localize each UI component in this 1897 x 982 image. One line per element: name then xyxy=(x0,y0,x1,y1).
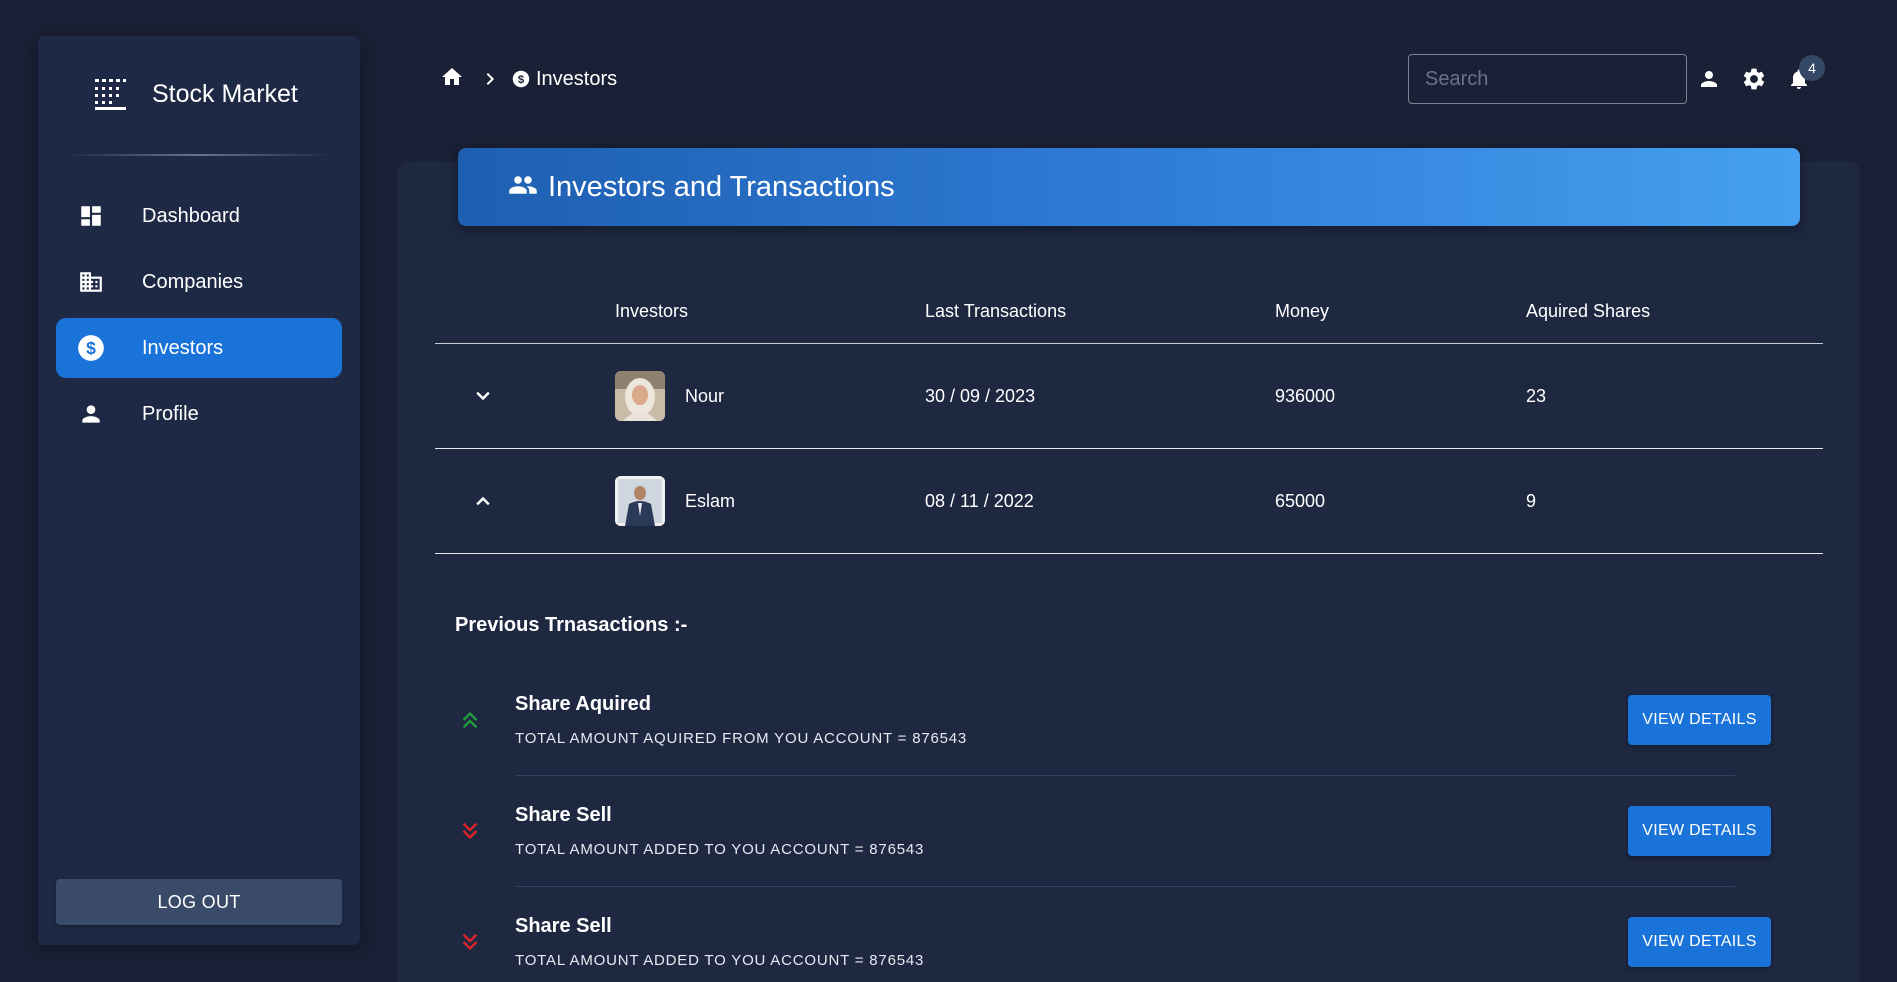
table-row: Eslam 08 / 11 / 2022 65000 9 xyxy=(435,449,1823,554)
list-item: Share Aquired TOTAL AMOUNT AQUIRED FROM … xyxy=(455,664,1775,775)
list-item: Share Sell TOTAL AMOUNT ADDED TO YOU ACC… xyxy=(455,775,1775,886)
app-title: Stock Market xyxy=(152,79,298,108)
last-transaction-cell: 30 / 09 / 2023 xyxy=(925,385,1036,406)
search-input[interactable] xyxy=(1408,54,1687,104)
double-chevron-up-icon xyxy=(455,709,515,731)
group-icon xyxy=(508,170,538,205)
breadcrumb: $ Investors xyxy=(440,64,617,94)
column-header: Investors xyxy=(615,301,689,321)
breadcrumb-current[interactable]: $ Investors xyxy=(512,68,617,91)
column-header: Last Transactions xyxy=(925,301,1067,321)
chevron-right-icon xyxy=(482,71,498,87)
row-toggle-cell xyxy=(435,483,615,519)
row-toggle-cell xyxy=(435,378,615,414)
money-cell: 936000 xyxy=(1275,385,1336,406)
dashboard-icon xyxy=(76,201,106,231)
gear-icon[interactable] xyxy=(1739,64,1769,94)
double-chevron-down-icon xyxy=(455,931,515,953)
avatar xyxy=(615,371,665,421)
divider xyxy=(66,154,332,156)
column-header: Aquired Shares xyxy=(1526,301,1651,321)
sidebar-item-dashboard[interactable]: Dashboard xyxy=(56,186,342,246)
notification-badge: 4 xyxy=(1799,55,1825,81)
previous-transactions-title: Previous Trnasactions :- xyxy=(455,614,688,636)
transaction-body: Share Sell TOTAL AMOUNT ADDED TO YOU ACC… xyxy=(515,915,1628,969)
investor-cell: Eslam xyxy=(615,476,925,526)
last-transaction-cell: 08 / 11 / 2022 xyxy=(925,490,1034,511)
brand[interactable]: Stock Market xyxy=(92,74,298,114)
home-icon[interactable] xyxy=(440,65,464,94)
shares-cell: 9 xyxy=(1526,490,1537,511)
person-icon xyxy=(76,399,106,429)
chevron-up-icon xyxy=(476,496,490,506)
transaction-subtitle: TOTAL AMOUNT AQUIRED FROM YOU ACCOUNT = … xyxy=(515,729,968,747)
sidebar-item-companies[interactable]: Companies xyxy=(56,252,342,312)
investor-cell: Nour xyxy=(615,371,925,421)
logout-button[interactable]: LOG OUT xyxy=(56,879,342,925)
svg-text:$: $ xyxy=(518,74,525,86)
sidebar-item-label: Profile xyxy=(142,402,199,425)
building-grid-icon xyxy=(92,76,128,112)
investor-name: Nour xyxy=(685,385,725,406)
transaction-title: Share Sell xyxy=(515,914,612,937)
shares-cell: 23 xyxy=(1526,385,1547,406)
transactions-list: Share Aquired TOTAL AMOUNT AQUIRED FROM … xyxy=(455,664,1775,982)
transaction-subtitle: TOTAL AMOUNT ADDED TO YOU ACCOUNT = 8765… xyxy=(515,951,925,969)
transaction-body: Share Sell TOTAL AMOUNT ADDED TO YOU ACC… xyxy=(515,804,1628,858)
avatar xyxy=(615,476,665,526)
sidebar-item-label: Dashboard xyxy=(142,204,240,227)
view-details-button[interactable]: VIEW DETAILS xyxy=(1628,805,1771,856)
table-row: Nour 30 / 09 / 2023 936000 23 xyxy=(435,344,1823,449)
dollar-circle-icon: $ xyxy=(512,70,530,88)
column-header: Money xyxy=(1275,301,1330,321)
investors-table: Investors Last Transactions Money Aquire… xyxy=(435,280,1823,554)
sidebar: Stock Market Dashboard Companies $ Inves… xyxy=(38,36,360,945)
transaction-subtitle: TOTAL AMOUNT ADDED TO YOU ACCOUNT = 8765… xyxy=(515,840,925,858)
double-chevron-down-icon xyxy=(455,820,515,842)
table-header: Investors Last Transactions Money Aquire… xyxy=(435,280,1823,344)
expand-row-button[interactable] xyxy=(465,378,501,414)
view-details-button[interactable]: VIEW DETAILS xyxy=(1628,694,1771,745)
collapse-row-button[interactable] xyxy=(465,483,501,519)
account-icon[interactable] xyxy=(1694,64,1724,94)
page-title: Investors and Transactions xyxy=(548,170,895,203)
svg-text:$: $ xyxy=(86,338,96,358)
dollar-circle-icon: $ xyxy=(76,333,106,363)
sidebar-nav: Dashboard Companies $ Investors Profile xyxy=(56,186,342,450)
money-cell: 65000 xyxy=(1275,490,1326,511)
breadcrumb-label: Investors xyxy=(536,67,618,90)
sidebar-item-profile[interactable]: Profile xyxy=(56,384,342,444)
sidebar-item-label: Companies xyxy=(142,270,244,293)
sidebar-item-label: Investors xyxy=(142,336,224,359)
chevron-down-icon xyxy=(476,391,490,401)
transaction-title: Share Sell xyxy=(515,803,612,826)
card-header: Investors and Transactions xyxy=(458,148,1800,226)
view-details-button[interactable]: VIEW DETAILS xyxy=(1628,916,1771,967)
list-item: Share Sell TOTAL AMOUNT ADDED TO YOU ACC… xyxy=(455,886,1775,982)
investor-name: Eslam xyxy=(685,490,736,511)
transaction-title: Share Aquired xyxy=(515,692,651,715)
building-icon xyxy=(76,267,106,297)
transaction-body: Share Aquired TOTAL AMOUNT AQUIRED FROM … xyxy=(515,693,1628,747)
sidebar-item-investors[interactable]: $ Investors xyxy=(56,318,342,378)
